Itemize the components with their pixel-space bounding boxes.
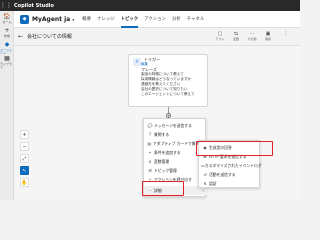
rail-item-create[interactable]: + 作成 — [0, 28, 14, 38]
back-arrow-icon[interactable]: ← — [18, 33, 23, 40]
message-icon: 💬 — [147, 123, 153, 128]
action-icon: ⚡ — [148, 177, 152, 182]
menu-label: 詳細 — [154, 187, 162, 193]
more-label: その他 — [247, 37, 257, 41]
topic-title: 会社についての情報 — [27, 34, 72, 40]
question-icon: ? — [148, 132, 152, 137]
submenu-item-http-request[interactable]: ⇄ HTTP 要求を送信する — [199, 152, 261, 161]
tab-knowledge[interactable]: ナレッジ — [97, 11, 115, 28]
tab-overview[interactable]: 概要 — [82, 11, 91, 28]
topic-icon: ☰ — [148, 168, 152, 173]
test-button[interactable]: ▢ テスト — [214, 31, 226, 41]
branch-icon: ⑂ — [148, 150, 152, 155]
tab-analytics[interactable]: 分析 — [172, 11, 181, 28]
submenu-label: 活動を送信する — [209, 171, 236, 177]
top-bar: ⋮⋮ Copilot Studio — [0, 0, 300, 11]
lightning-icon: ⚡ — [133, 58, 141, 66]
select-tool-button[interactable]: ↖ — [20, 166, 29, 175]
submenu-item-send-activity[interactable]: ⏎ 活動を送信する — [199, 170, 261, 179]
submenu-label: カスタマイズされたイベントログ — [204, 162, 262, 168]
rail-item-home[interactable]: 🏠 ホーム — [0, 14, 14, 24]
submenu-label: HTTP 要求を送信する — [209, 153, 247, 159]
agent-avatar-icon: ◆ — [20, 14, 29, 24]
auth-icon: ↯ — [203, 181, 207, 186]
submenu-label: 認証 — [209, 180, 217, 186]
topic-toolbar: ← 会社についての情報 ▢ テスト ⇆ 変数 ⋯ その他 ▣ 保存 ⋮ — [14, 28, 300, 46]
save-button[interactable]: ▣ 保存 — [262, 31, 274, 41]
generative-answers-icon: ◉ — [203, 145, 207, 150]
submenu-label: 生成型の回答 — [209, 144, 232, 150]
save-label: 保存 — [264, 37, 271, 41]
advanced-submenu: ◉ 生成型の回答 ⇄ HTTP 要求を送信する ▭ カスタマイズされたイベントロ… — [198, 140, 262, 188]
tab-actions[interactable]: アクション — [144, 11, 166, 28]
zoom-in-button[interactable]: + — [20, 130, 29, 139]
edit-link[interactable]: 編集 — [141, 62, 160, 66]
variable-icon: x — [148, 159, 152, 164]
activity-icon: ⏎ — [203, 172, 207, 177]
pan-tool-button[interactable]: ✋ — [20, 178, 29, 187]
left-rail: 🏠 ホーム + 作成 ◆ エージェント ▦ ライブラリ — [0, 11, 14, 200]
menu-label: メッセージを送信する — [154, 122, 192, 128]
overflow-icon: ⋮ — [283, 31, 289, 37]
submenu-item-event-log[interactable]: ▭ カスタマイズされたイベントログ — [199, 161, 262, 170]
rail-label-library: ライブラリ — [0, 62, 13, 69]
add-node-menu: 💬 メッセージを送信する ? 質問する ▤ アダプティブ カードで質問する ⑂ … — [143, 118, 207, 197]
menu-label: 条件を追加する — [154, 149, 181, 155]
zoom-out-button[interactable]: − — [20, 142, 29, 151]
rail-label-create: 作成 — [3, 34, 10, 38]
trigger-node[interactable]: ⚡ トリガー 編集 フレーズ 製品の特徴について教えて 採用情報はどうなっていま… — [128, 54, 208, 107]
test-label: テスト — [215, 37, 225, 41]
more-button[interactable]: ⋯ その他 — [246, 31, 258, 41]
variables-button[interactable]: ⇆ 変数 — [230, 31, 242, 41]
more-icon: ⋯ — [148, 188, 152, 193]
http-icon: ⇄ — [203, 154, 207, 159]
rail-item-agents[interactable]: ◆ エージェント — [0, 42, 14, 55]
tab-topics[interactable]: トピック — [120, 11, 138, 28]
submenu-item-generative-answers[interactable]: ◉ 生成型の回答 — [199, 143, 261, 152]
overflow-button[interactable]: ⋮ — [280, 31, 292, 37]
fit-view-button[interactable]: ⤢ — [20, 154, 29, 163]
menu-label: 変数管理 — [154, 158, 170, 164]
agent-name[interactable]: MyAgent ja — [32, 16, 70, 23]
agent-header: ◆ MyAgent ja ▾ 概要 ナレッジ トピック アクション 分析 チャネ… — [14, 11, 300, 28]
menu-label: アクションを呼び出す — [154, 176, 192, 182]
menu-item-ask-question[interactable]: ? 質問する — [144, 130, 207, 139]
app-launcher-icon[interactable]: ⋮⋮ — [0, 0, 12, 11]
chevron-right-icon: › — [202, 188, 204, 193]
menu-label: 質問する — [154, 131, 170, 137]
app-title: Copilot Studio — [14, 2, 54, 9]
chevron-down-icon[interactable]: ▾ — [72, 17, 74, 22]
rail-label-home: ホーム — [2, 20, 12, 24]
menu-item-send-message[interactable]: 💬 メッセージを送信する — [144, 121, 207, 130]
agent-tabs: 概要 ナレッジ トピック アクション 分析 チャネル — [82, 11, 210, 28]
variables-label: 変数 — [232, 37, 239, 41]
zoom-controls: + − ⤢ ↖ ✋ — [19, 130, 30, 200]
tab-channels[interactable]: チャネル — [187, 11, 205, 28]
menu-label: トピック管理 — [154, 167, 177, 173]
rail-item-library[interactable]: ▦ ライブラリ — [0, 56, 14, 69]
card-icon: ▤ — [147, 141, 152, 146]
submenu-item-authenticate[interactable]: ↯ 認証 — [199, 179, 261, 188]
phrase-item: このエージェントについて教えて — [141, 92, 195, 97]
